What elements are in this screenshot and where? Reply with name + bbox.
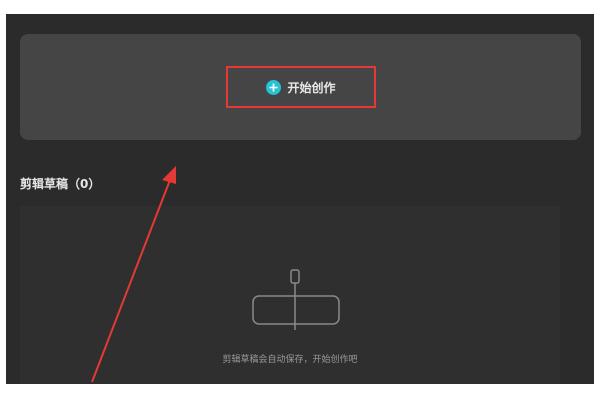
start-creation-button[interactable]: 开始创作 bbox=[226, 66, 376, 108]
create-panel[interactable]: 开始创作 bbox=[20, 34, 581, 140]
timeline-clip-icon bbox=[250, 268, 342, 336]
drafts-section-title: 剪辑草稿（0） bbox=[20, 177, 101, 191]
drafts-empty-message: 剪辑草稿会自动保存，开始创作吧 bbox=[222, 355, 358, 365]
drafts-empty-area: 剪辑草稿会自动保存，开始创作吧 bbox=[20, 206, 560, 384]
app-window: 开始创作 剪辑草稿（0） 剪辑草稿会自动保存，开始创作吧 bbox=[6, 14, 594, 384]
plus-circle-icon bbox=[266, 79, 282, 95]
start-creation-label: 开始创作 bbox=[287, 80, 336, 95]
